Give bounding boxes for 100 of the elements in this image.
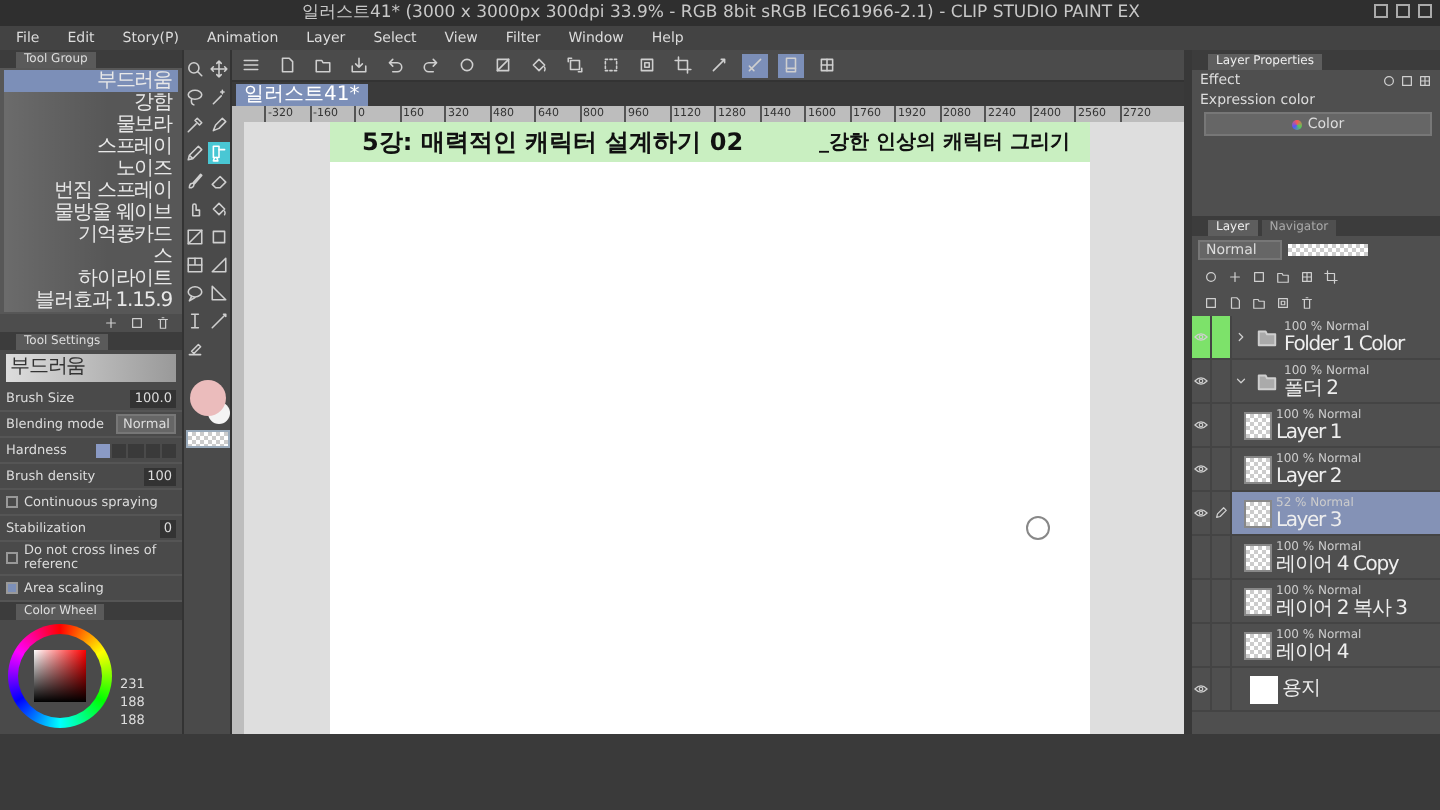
visibility-toggle[interactable]: [1192, 448, 1212, 490]
lasso-tool[interactable]: [184, 86, 206, 108]
visibility-toggle[interactable]: [1192, 360, 1212, 402]
crop-button[interactable]: [670, 53, 696, 77]
eye-icon: [1194, 330, 1208, 344]
eye-icon: [1194, 374, 1208, 388]
eye-icon: [1194, 682, 1208, 696]
brush-preset-preview[interactable]: 부드러움: [6, 354, 176, 382]
spinner-icon: [1382, 73, 1396, 87]
layer-name: Layer 3: [1276, 509, 1344, 531]
gradient-icon: [186, 228, 204, 246]
layer-row[interactable]: 용지: [1232, 668, 1440, 710]
visibility-toggle[interactable]: [1192, 492, 1212, 534]
finger-icon: [186, 200, 204, 218]
frame-icon: [186, 256, 204, 274]
maximize-button[interactable]: [1396, 4, 1410, 18]
layer-name: Layer 1: [1276, 421, 1344, 443]
checkbox[interactable]: [6, 582, 18, 594]
page-button[interactable]: [778, 53, 804, 77]
move-arrows-tool[interactable]: [208, 58, 230, 80]
checkbox[interactable]: [6, 552, 18, 564]
wand-tool[interactable]: [208, 86, 230, 108]
color-square[interactable]: [34, 650, 86, 702]
pen-icon: [210, 116, 228, 134]
lesson-title: 5강: 매력적인 캐릭터 설계하기 02: [362, 125, 744, 159]
eye-icon: [1194, 418, 1208, 432]
close-button[interactable]: [1418, 4, 1432, 18]
brush-item[interactable]: 하이라이트: [4, 268, 178, 290]
color-wheel[interactable]: [8, 624, 112, 728]
brush-tool[interactable]: [184, 170, 206, 192]
magnifier-tool[interactable]: [184, 58, 206, 80]
line-pen-tool[interactable]: [208, 310, 230, 332]
square-icon: [130, 316, 144, 330]
pen-tool[interactable]: [208, 114, 230, 136]
ruler-snap-button[interactable]: [742, 53, 768, 77]
square-icon: [210, 228, 228, 246]
layer-name: Layer 2: [1276, 465, 1344, 487]
layer-name: 용지: [1282, 678, 1320, 700]
square-icon: [1276, 296, 1290, 310]
crop-icon: [1324, 270, 1338, 284]
visibility-toggle[interactable]: [1192, 316, 1212, 358]
frame-tool[interactable]: [184, 254, 206, 276]
layer-name: 레이어 4 Copy: [1276, 553, 1399, 575]
brush-item[interactable]: 강함: [4, 92, 178, 114]
trash-icon: [156, 316, 170, 330]
plus-icon: [104, 316, 118, 330]
visibility-toggle[interactable]: [1192, 404, 1212, 446]
gradient-tool[interactable]: [184, 226, 206, 248]
pen-icon: [1214, 506, 1228, 520]
text-cursor-icon: [186, 312, 204, 330]
trash-icon: [1300, 296, 1314, 310]
eyedropper-tool[interactable]: [184, 114, 206, 136]
triangle-ruler-tool[interactable]: [208, 282, 230, 304]
grid-icon: [1418, 73, 1432, 87]
brush-item[interactable]: 노이즈: [4, 158, 178, 180]
bucket-tool[interactable]: [208, 198, 230, 220]
speech-balloon-icon: [186, 284, 204, 302]
layer-thumbnail: [1244, 499, 1272, 527]
visibility-toggle[interactable]: [1192, 668, 1212, 710]
opacity-slider[interactable]: [1288, 244, 1368, 256]
frame-corners-button[interactable]: [562, 53, 588, 77]
square-icon: [1204, 296, 1218, 310]
brush-item[interactable]: 기억풍카드: [4, 224, 178, 246]
brush-item[interactable]: 물방울 웨이브: [4, 202, 178, 224]
correction-icon: [186, 340, 204, 358]
correction-tool[interactable]: [184, 338, 206, 360]
brush-cursor-icon: [1026, 516, 1050, 540]
magnifier-icon: [186, 60, 204, 78]
layer-thumbnail: [1244, 631, 1272, 659]
move-arrows-icon: [210, 60, 228, 78]
hardness-slider[interactable]: [96, 443, 176, 457]
edit-toggle[interactable]: [1212, 316, 1232, 358]
transparent-color-swatch[interactable]: [185, 430, 229, 448]
brush-item[interactable]: 블러효과 1.15.9: [4, 290, 178, 312]
folder-icon: [1255, 370, 1277, 392]
checkbox[interactable]: [6, 496, 18, 508]
layer-name: 레이어 2 복사 3: [1276, 597, 1407, 619]
square-tool[interactable]: [208, 226, 230, 248]
speech-balloon-tool[interactable]: [184, 282, 206, 304]
eraser-tool[interactable]: [208, 170, 230, 192]
bucket-icon: [210, 200, 228, 218]
minimize-button[interactable]: [1374, 4, 1388, 18]
layer-name: Folder 1 Color: [1284, 333, 1404, 355]
eraser-icon: [210, 172, 228, 190]
triangle-ruler-icon: [210, 284, 228, 302]
brush-item[interactable]: 스: [4, 246, 178, 268]
ruler-icon: [210, 256, 228, 274]
layer-name: 폴더 2: [1284, 377, 1340, 399]
eye-icon: [1194, 462, 1208, 476]
ruler-tool[interactable]: [208, 254, 230, 276]
pencil-icon: [186, 144, 204, 162]
eyedropper-icon: [186, 116, 204, 134]
brush-item[interactable]: 물보라: [4, 114, 178, 136]
pencil-tool[interactable]: [184, 142, 206, 164]
square-icon: [1252, 270, 1266, 284]
main-color-swatch[interactable]: [189, 380, 225, 416]
window-title: 일러스트41* (3000 x 3000px 300dpi 33.9% - RGB 8bit sRGB IEC61966-2.1) - CLIP STUDIO PAINT EX: [301, 2, 1139, 24]
save-button[interactable]: [346, 53, 372, 77]
paper-thumbnail: [1250, 675, 1278, 703]
color-icon: [1291, 119, 1302, 129]
